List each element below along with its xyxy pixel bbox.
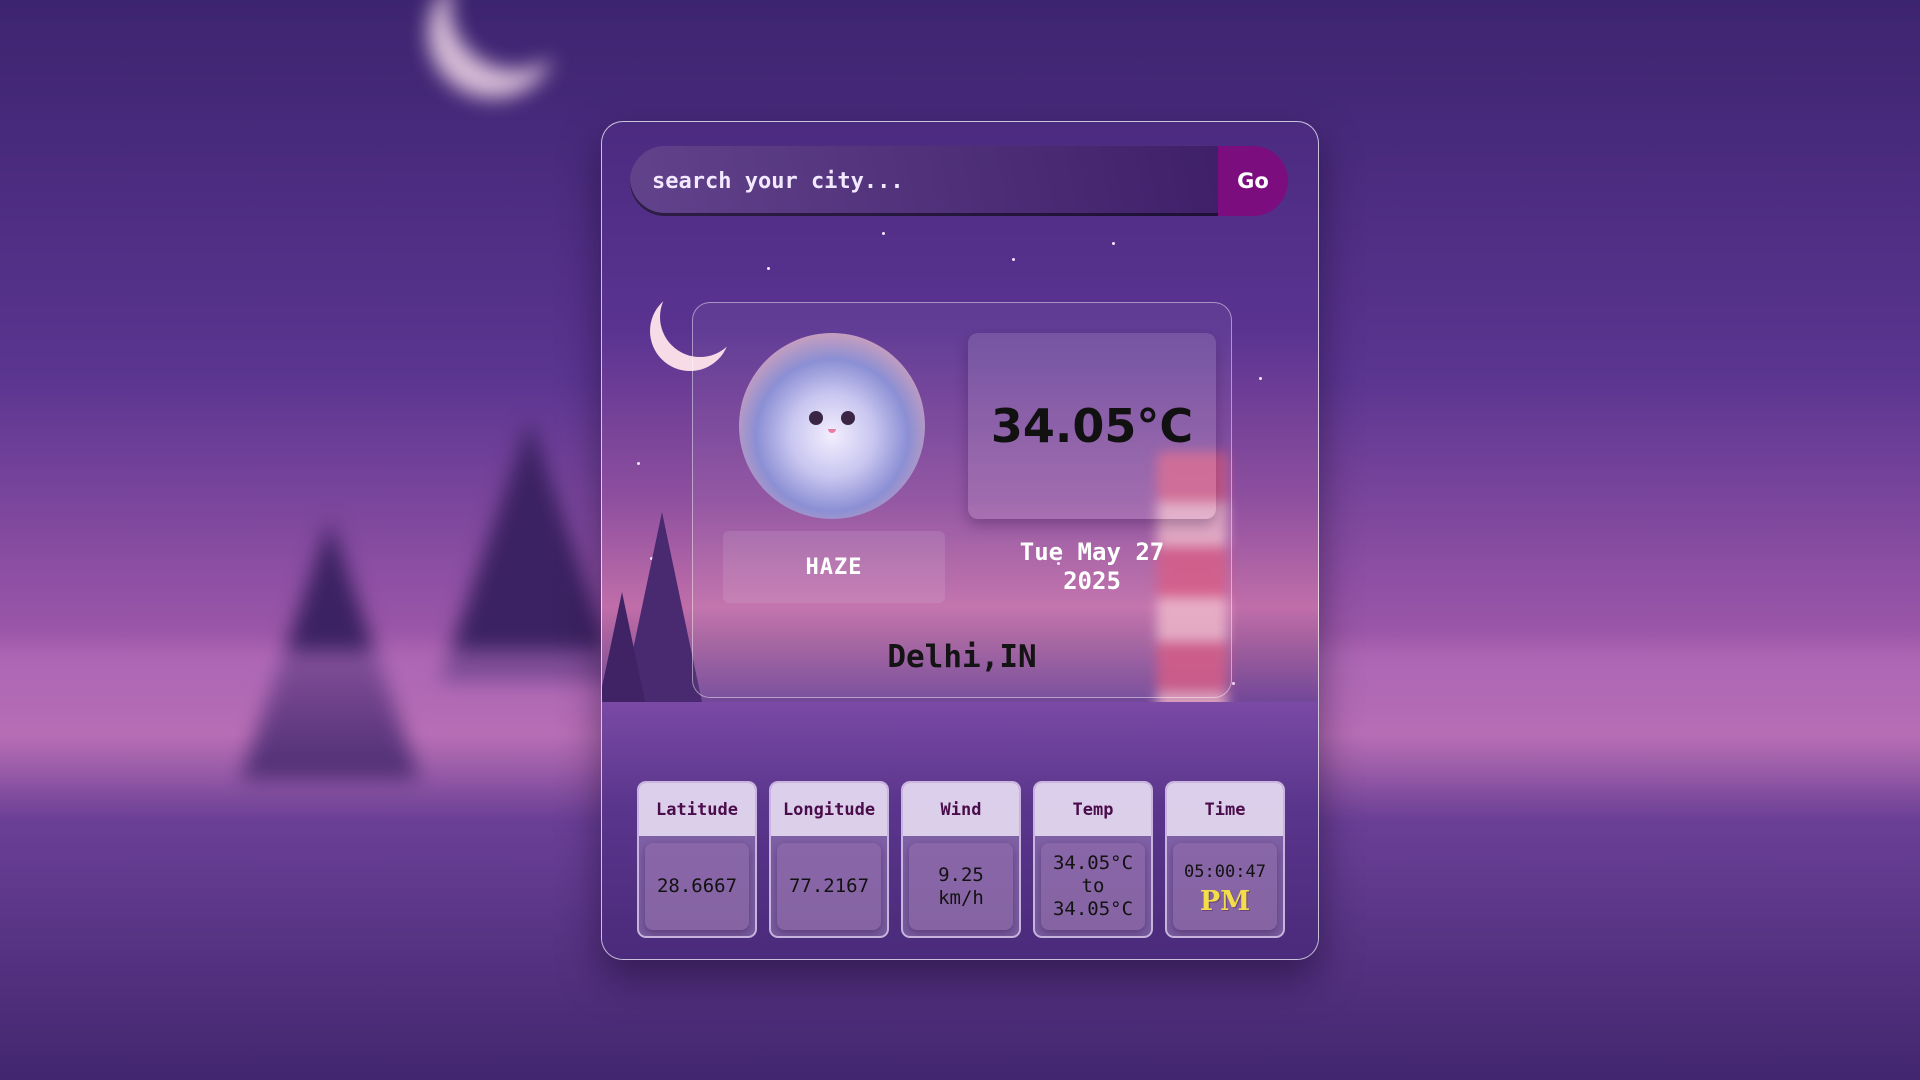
condition-box: HAZE	[723, 531, 945, 603]
search-input[interactable]	[630, 146, 1218, 216]
weather-card: Go HAZE 34.05°C Tue May 27 2025 Delhi,IN…	[601, 121, 1319, 960]
stat-latitude: Latitude 28.6667	[637, 781, 757, 938]
wind-unit: km/h	[938, 886, 984, 909]
longitude-value: 77.2167	[788, 875, 870, 897]
stat-value: 28.6667	[645, 843, 749, 930]
location: Delhi,IN	[887, 639, 1037, 675]
stat-value: 34.05°C to 34.05°C	[1041, 843, 1145, 930]
search-bar: Go	[630, 146, 1288, 216]
stat-value: 05:00:47 PM	[1173, 843, 1277, 930]
time-value: 05:00:47	[1184, 861, 1266, 882]
temp-max: 34.05°C	[1052, 898, 1134, 920]
temperature: 34.05°C	[990, 399, 1194, 453]
haze-cloud-icon	[739, 333, 925, 519]
stat-wind: Wind 9.25 km/h	[901, 781, 1021, 938]
weather-panel: HAZE 34.05°C Tue May 27 2025 Delhi,IN	[692, 302, 1232, 698]
background-mountain	[440, 420, 620, 680]
time-ampm: PM	[1199, 885, 1251, 917]
stat-label: Longitude	[771, 783, 887, 836]
cloud-face	[805, 411, 859, 441]
weather-condition: HAZE	[805, 554, 863, 580]
stat-label: Temp	[1035, 783, 1151, 836]
stat-value: 77.2167	[777, 843, 881, 930]
date-line2: 2025	[1063, 567, 1121, 595]
stat-label: Wind	[903, 783, 1019, 836]
stat-value: 9.25 km/h	[909, 843, 1013, 930]
stats-row: Latitude 28.6667 Longitude 77.2167 Wind …	[637, 781, 1285, 938]
wind-speed: 9.25	[938, 863, 984, 886]
moon-icon	[450, 0, 580, 70]
stat-longitude: Longitude 77.2167	[769, 781, 889, 938]
date-line1: Tue May 27	[1019, 538, 1165, 566]
temperature-box: 34.05°C	[968, 333, 1216, 519]
stat-label: Latitude	[639, 783, 755, 836]
date: Tue May 27 2025	[968, 538, 1216, 596]
stat-time: Time 05:00:47 PM	[1165, 781, 1285, 938]
temp-min: 34.05°C	[1052, 852, 1134, 874]
stat-label: Time	[1167, 783, 1283, 836]
stat-temp: Temp 34.05°C to 34.05°C	[1033, 781, 1153, 938]
temp-to: to	[1081, 875, 1105, 897]
latitude-value: 28.6667	[656, 875, 738, 897]
go-button[interactable]: Go	[1218, 146, 1288, 216]
